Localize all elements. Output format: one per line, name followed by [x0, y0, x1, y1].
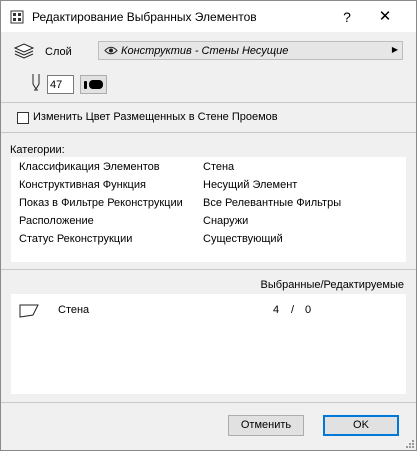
- layer-icon: [13, 43, 35, 59]
- color-openings-label[interactable]: Изменить Цвет Размещенных в Стене Проемо…: [33, 111, 278, 123]
- category-value: Несущий Элемент: [203, 179, 298, 191]
- divider: [1, 402, 416, 403]
- layer-value: Конструктив - Стены Несущие: [121, 45, 289, 57]
- divider: [1, 132, 416, 133]
- category-name: Расположение: [19, 215, 94, 227]
- divider: [1, 102, 416, 103]
- categories-list: Классификация Элементов Стена Конструкти…: [11, 157, 406, 262]
- category-name: Классификация Элементов: [19, 161, 160, 173]
- divider: [1, 269, 416, 270]
- element-type-name: Стена: [58, 304, 90, 316]
- pen-icon: [32, 74, 40, 91]
- pen-dot-icon: [84, 81, 87, 89]
- selected-count: 4: [273, 304, 280, 316]
- category-row[interactable]: Классификация Элементов Стена: [19, 161, 399, 175]
- selection-list: Стена 4 / 0: [11, 294, 406, 394]
- color-openings-checkbox[interactable]: [17, 112, 29, 124]
- layer-select[interactable]: Конструктив - Стены Несущие ▶: [98, 41, 403, 60]
- app-icon: [10, 10, 24, 24]
- category-row[interactable]: Показ в Фильтре Реконструкции Все Релева…: [19, 197, 399, 211]
- category-value: Существующий: [203, 233, 283, 245]
- selection-heading: Выбранные/Редактируемые: [260, 279, 404, 291]
- window-title: Редактирование Выбранных Элементов: [32, 10, 257, 24]
- categories-heading: Категории:: [10, 144, 65, 156]
- category-row[interactable]: Расположение Снаружи: [19, 215, 399, 229]
- pen-line-button[interactable]: [80, 75, 107, 94]
- category-row[interactable]: Статус Реконструкции Существующий: [19, 233, 399, 247]
- category-value: Все Релевантные Фильтры: [203, 197, 342, 209]
- help-button[interactable]: ?: [337, 7, 357, 27]
- close-button[interactable]: ✕: [375, 7, 395, 27]
- cancel-button[interactable]: Отменить: [228, 415, 304, 436]
- layer-label: Слой: [45, 46, 72, 58]
- pen-number-input[interactable]: 47: [47, 75, 74, 94]
- category-value: Стена: [203, 161, 235, 173]
- count-separator: /: [291, 304, 295, 316]
- category-row[interactable]: Конструктивная Функция Несущий Элемент: [19, 179, 399, 193]
- chevron-right-icon: ▶: [391, 45, 398, 54]
- title-bar[interactable]: Редактирование Выбранных Элементов ? ✕: [1, 1, 416, 32]
- pen-stroke-icon: [89, 80, 103, 89]
- category-name: Статус Реконструкции: [19, 233, 133, 245]
- editable-count: 0: [305, 304, 312, 316]
- ok-button[interactable]: OK: [323, 415, 399, 436]
- wall-icon: [19, 304, 39, 318]
- eye-icon: [104, 46, 118, 55]
- category-name: Показ в Фильтре Реконструкции: [19, 197, 183, 209]
- category-name: Конструктивная Функция: [19, 179, 146, 191]
- dialog-window: Редактирование Выбранных Элементов ? ✕ С…: [0, 0, 417, 451]
- category-value: Снаружи: [203, 215, 249, 227]
- resize-grip-icon[interactable]: [405, 439, 415, 449]
